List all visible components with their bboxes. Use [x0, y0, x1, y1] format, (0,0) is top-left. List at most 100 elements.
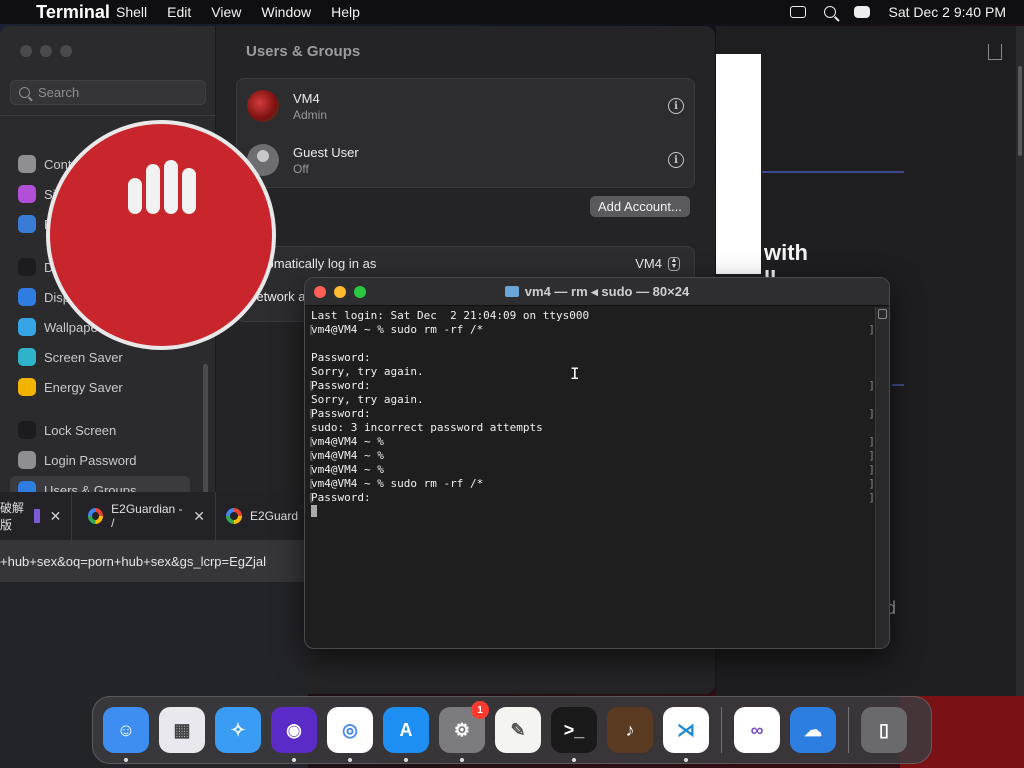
users-card: VM4 Admin i Guest User Off i — [236, 78, 695, 188]
background-heading: with — [764, 240, 808, 265]
info-icon[interactable]: i — [668, 98, 684, 114]
user-row-guest[interactable]: Guest User Off i — [237, 133, 694, 187]
menu-app-name[interactable]: Terminal — [36, 0, 110, 35]
background-window-scrollbar[interactable] — [1016, 26, 1024, 696]
chrome-icon[interactable]: ◎ — [327, 707, 373, 762]
tab-title: 破解版 — [0, 501, 25, 532]
vscode-icon[interactable]: ⋊ — [663, 707, 709, 762]
user-role: Off — [293, 161, 309, 176]
sidebar-scrollbar[interactable] — [203, 364, 208, 494]
terminal-scrollbar[interactable] — [875, 307, 889, 648]
safari-icon[interactable]: ✧ — [215, 707, 261, 753]
weather-icon[interactable]: ☁ — [790, 707, 836, 753]
page-title: Users & Groups — [246, 43, 361, 60]
terminal-line: [] Password: — [308, 491, 875, 504]
terminal-title-bar[interactable]: vm4 — rm ◂ sudo — 80×24 — [305, 278, 889, 306]
sidebar-item-icon — [18, 348, 36, 366]
sidebar-item[interactable]: Energy Saver — [10, 373, 190, 401]
menu-clock[interactable]: Sat Dec 2 9:40 PM — [888, 4, 1006, 20]
stage-manager-icon[interactable] — [790, 6, 807, 18]
close-button[interactable] — [314, 285, 326, 298]
finder-icon[interactable]: ☺ — [103, 707, 149, 762]
close-tab-icon[interactable]: ✕ — [193, 508, 205, 525]
menu-help[interactable]: Help — [331, 4, 360, 20]
terminal-line-text: Sorry, try again. — [311, 393, 424, 406]
window-controls — [314, 285, 366, 298]
menu-window[interactable]: Window — [261, 4, 311, 20]
close-tab-icon[interactable]: ✕ — [50, 508, 62, 525]
notification-badge: 1 — [471, 701, 489, 719]
user-row-vm4[interactable]: VM4 Admin i — [237, 79, 694, 133]
browser-tab[interactable]: E2Guard — [216, 492, 308, 540]
add-account-button[interactable]: Add Account... — [590, 196, 690, 217]
terminal-line: Sorry, try again. — [311, 365, 869, 379]
system-settings-icon[interactable]: ⚙ 1 — [439, 701, 489, 762]
browser-tab[interactable]: E2Guardian - / ✕ — [72, 492, 216, 540]
terminal-line-text: sudo: 3 incorrect password attempts — [311, 421, 543, 434]
terminal-output[interactable]: Last login: Sat Dec 2 21:04:09 on ttys00… — [305, 307, 875, 648]
auto-login-value: VM4 — [635, 256, 662, 271]
browser-tab[interactable]: 破解版 ✕ — [0, 492, 73, 540]
chevron-updown-icon: ▲ ▼ — [668, 256, 680, 271]
user-name: Guest User — [293, 144, 359, 160]
launchpad-icon[interactable]: ▦ — [159, 707, 205, 753]
minimize-button[interactable] — [40, 45, 52, 57]
divider — [892, 384, 904, 386]
zoom-button[interactable] — [60, 45, 72, 57]
terminal-icon[interactable]: >_ — [551, 707, 597, 762]
terminal-line: [] vm4@VM4 ~ % — [308, 463, 875, 476]
control-center-icon[interactable] — [854, 6, 871, 18]
address-bar-url: +hub+sex&oq=porn+hub+sex&gs_lcrp=EgZjal — [0, 553, 266, 569]
visual-studio-icon[interactable]: ∞ — [734, 707, 780, 753]
share-icon[interactable] — [988, 44, 1002, 60]
text-cursor-icon: I — [570, 364, 580, 383]
tab-title: E2Guardian - / — [111, 502, 183, 530]
info-icon[interactable]: i — [668, 152, 684, 168]
close-button[interactable] — [20, 45, 32, 57]
favicon — [34, 509, 40, 523]
terminal-cursor — [311, 505, 317, 517]
zoom-button[interactable] — [354, 285, 366, 298]
menu-shell[interactable]: Shell — [116, 4, 147, 20]
terminal-line: Sorry, try again. — [311, 393, 869, 407]
user-role: Admin — [293, 107, 328, 122]
terminal-window[interactable]: vm4 — rm ◂ sudo — 80×24 Last login: Sat … — [304, 277, 890, 649]
sidebar-item-icon — [18, 451, 36, 469]
running-indicator — [348, 758, 352, 762]
address-bar[interactable]: +hub+sex&oq=porn+hub+sex&gs_lcrp=EgZjal — [0, 540, 308, 582]
sidebar-item[interactable]: Login Password — [10, 446, 190, 474]
auto-login-select[interactable]: VM4 ▲ ▼ — [635, 256, 680, 271]
dock-separator — [721, 707, 722, 753]
sidebar-item-label: Energy Saver — [44, 379, 123, 395]
terminal-line-text: Last login: Sat Dec 2 21:04:09 on ttys00… — [311, 309, 590, 322]
sidebar-item-icon — [18, 318, 36, 336]
running-indicator — [460, 758, 464, 762]
menu-bar: Terminal Shell Edit View Window Help Sat… — [0, 0, 1024, 24]
search-placeholder: Search — [38, 85, 80, 100]
firefox-icon[interactable]: ◉ — [271, 707, 317, 762]
tab-title: E2Guard — [249, 509, 298, 523]
sidebar-item-icon — [18, 258, 36, 276]
trash-icon[interactable]: ▯ — [861, 707, 907, 753]
sidebar-item-icon — [18, 185, 36, 203]
terminal-cursor-line — [311, 505, 869, 519]
window-controls — [20, 45, 72, 57]
sidebar-item[interactable]: Lock Screen — [10, 416, 190, 444]
browser-tab-strip: 破解版 ✕ E2Guardian - / ✕ E2Guard — [0, 492, 308, 540]
google-icon — [225, 508, 242, 524]
spotlight-search-icon[interactable] — [824, 6, 837, 18]
terminal-line-text: Sorry, try again. — [311, 365, 424, 378]
blocked-stop-hand-icon — [46, 120, 276, 350]
garageband-icon[interactable]: ♪ — [607, 707, 653, 753]
dock: ☺ ▦ ✧ ◉ ◎ A ⚙ 1 ✎ >_ ♪ ⋊ ∞ ☁ ▯ — [92, 696, 932, 764]
textedit-icon[interactable]: ✎ — [495, 707, 541, 753]
sidebar-item-icon — [18, 378, 36, 396]
terminal-line-text: vm4@VM4 ~ % — [311, 435, 384, 448]
menu-view[interactable]: View — [211, 4, 241, 20]
app-store-icon[interactable]: A — [383, 707, 429, 762]
search-input[interactable]: Search — [10, 80, 206, 105]
running-indicator — [572, 758, 576, 762]
minimize-button[interactable] — [334, 285, 346, 298]
menu-edit[interactable]: Edit — [167, 4, 191, 20]
